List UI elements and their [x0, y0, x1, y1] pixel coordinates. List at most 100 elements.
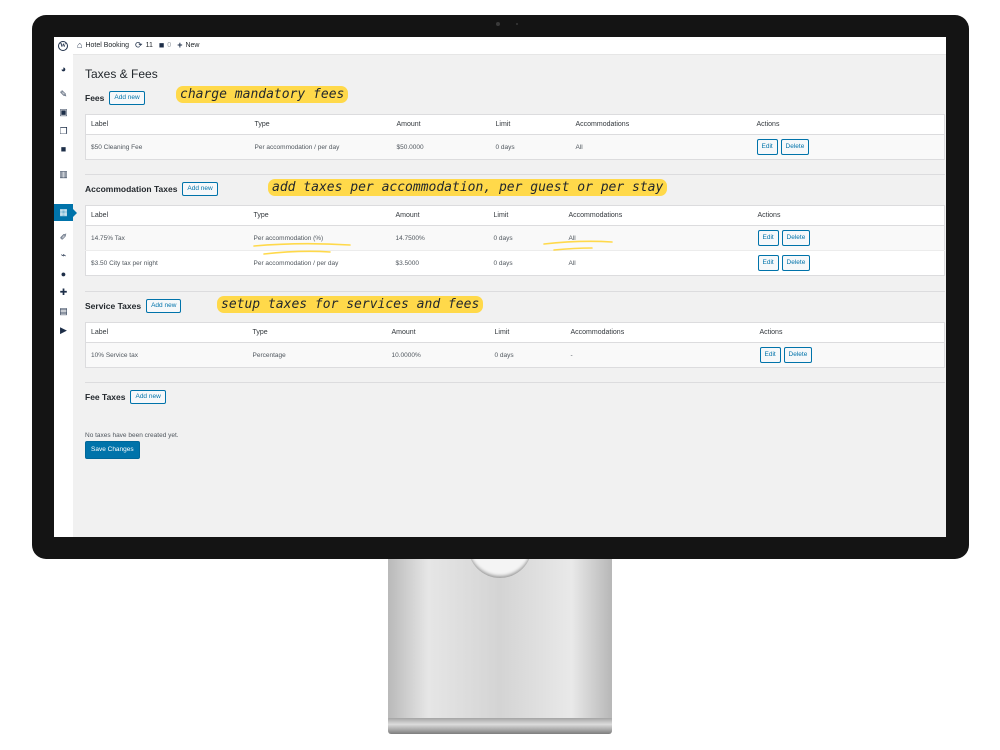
settings-icon[interactable]: ▤ [58, 306, 69, 317]
delete-button[interactable]: Delete [780, 139, 810, 155]
row-actions: Edit Delete [752, 225, 945, 251]
row-limit: 0 days [490, 134, 571, 160]
column-header: Actions [754, 322, 945, 343]
fees-title: Fees [85, 93, 105, 103]
delete-button[interactable]: Delete [781, 230, 811, 246]
pages-icon[interactable]: ❐ [58, 126, 69, 137]
admin-bar: W ⌂ Hotel Booking ⟳ 11 ■ 0 + New [54, 37, 946, 55]
column-header: Limit [489, 322, 566, 343]
add-service-tax-button[interactable]: Add new [146, 299, 182, 313]
dashboard-icon[interactable]: ◕ [58, 64, 69, 75]
row-label: 10% Service tax [85, 342, 248, 368]
table-header: Label Type Amount Limit Accommodations A… [85, 322, 945, 343]
updates-count: 11 [145, 42, 153, 49]
row-label: 14.75% Tax [85, 225, 249, 251]
annotation-service-taxes: setup taxes for services and fees [217, 296, 484, 313]
section-divider [85, 174, 945, 175]
section-divider [85, 382, 945, 383]
add-accommodation-tax-button[interactable]: Add new [182, 182, 218, 196]
comments-link[interactable]: ■ 0 [159, 41, 171, 50]
accommodation-taxes-section-header: Accommodation Taxes Add new [85, 182, 218, 196]
row-amount: 10.0000% [386, 342, 490, 368]
row-actions: Edit Delete [752, 250, 945, 276]
tools-icon[interactable]: ✚ [58, 287, 69, 298]
column-header: Type [248, 205, 391, 226]
calendar-icon: ▦ [59, 207, 68, 217]
row-actions: Edit Delete [754, 342, 945, 368]
column-header: Amount [391, 114, 491, 135]
new-label: New [185, 42, 200, 49]
pin-icon[interactable]: ✎ [58, 89, 69, 100]
plugins-icon[interactable]: ⌁ [58, 250, 69, 261]
row-limit: 0 days [489, 342, 566, 368]
play-icon[interactable]: ▶ [58, 325, 69, 336]
column-header: Accommodations [565, 322, 755, 343]
plus-icon: + [177, 40, 183, 50]
new-content-link[interactable]: + New [177, 41, 199, 50]
section-divider [85, 291, 945, 292]
row-label: $50 Cleaning Fee [85, 134, 250, 160]
column-header: Limit [488, 205, 564, 226]
delete-button[interactable]: Delete [783, 347, 813, 363]
comment-icon: ■ [158, 40, 165, 50]
column-header: Type [247, 322, 387, 343]
appearance-icon[interactable]: ✐ [58, 232, 69, 243]
table-row: $3.50 City tax per night Per accommodati… [85, 250, 945, 276]
highlight-underline [253, 242, 351, 255]
column-header: Label [85, 322, 248, 343]
table-row: 10% Service tax Percentage 10.0000% 0 da… [85, 342, 945, 368]
monitor-stand [388, 556, 612, 724]
column-header: Amount [390, 205, 489, 226]
column-header: Limit [490, 114, 571, 135]
row-amount: 14.7500% [390, 225, 489, 251]
service-taxes-title: Service Taxes [85, 301, 142, 311]
row-amount: $3.5000 [390, 250, 489, 276]
building-icon[interactable]: ▥ [58, 169, 69, 180]
column-header: Actions [752, 205, 945, 226]
fees-section-header: Fees Add new [85, 91, 145, 105]
edit-button[interactable]: Edit [756, 139, 778, 155]
delete-button[interactable]: Delete [781, 255, 811, 271]
wordpress-menu[interactable]: W [58, 40, 68, 51]
save-changes-button[interactable]: Save Changes [85, 441, 140, 459]
site-name-link[interactable]: ⌂ Hotel Booking [77, 41, 129, 50]
annotation-accommodation-taxes: add taxes per accommodation, per guest o… [268, 179, 668, 196]
site-name: Hotel Booking [85, 42, 130, 49]
add-fee-tax-button[interactable]: Add new [130, 390, 166, 404]
column-header: Label [85, 205, 249, 226]
media-icon[interactable]: ▣ [58, 107, 69, 118]
updates-icon: ⟳ [135, 40, 143, 50]
users-icon[interactable]: ● [58, 269, 69, 280]
table-header: Label Type Amount Limit Accommodations A… [85, 205, 945, 226]
fee-taxes-title: Fee Taxes [85, 392, 126, 402]
comments-icon[interactable]: ■ [58, 144, 69, 155]
accommodation-taxes-table: Label Type Amount Limit Accommodations A… [85, 205, 945, 276]
add-fee-button[interactable]: Add new [109, 91, 145, 105]
row-actions: Edit Delete [751, 134, 945, 160]
row-limit: 0 days [488, 250, 564, 276]
column-header: Type [249, 114, 392, 135]
admin-menu: ◕ ✎ ▣ ❐ ■ ▥ ▦ ✐ ⌁ ● ✚ ▤ ▶ [54, 54, 77, 537]
screen: W ⌂ Hotel Booking ⟳ 11 ■ 0 + New ◕ ✎ ▣ ❐… [54, 37, 946, 537]
service-taxes-table: Label Type Amount Limit Accommodations A… [85, 322, 945, 368]
page-title: Taxes & Fees [85, 67, 158, 81]
edit-button[interactable]: Edit [757, 230, 779, 246]
table-row: 14.75% Tax Per accommodation (%) 14.7500… [85, 225, 945, 251]
sensor-icon [516, 23, 518, 25]
row-accommodations: All [563, 250, 753, 276]
row-accommodations: - [565, 342, 755, 368]
edit-button[interactable]: Edit [759, 347, 781, 363]
row-type: Per accommodation / per day [249, 134, 392, 160]
updates-link[interactable]: ⟳ 11 [135, 41, 153, 50]
highlight-underline [543, 240, 613, 251]
monitor-stand-base [388, 718, 612, 734]
edit-button[interactable]: Edit [757, 255, 779, 271]
camera-icon [496, 22, 500, 26]
row-type: Percentage [247, 342, 387, 368]
column-header: Accommodations [563, 205, 753, 226]
fees-table: Label Type Amount Limit Accommodations A… [85, 114, 945, 160]
table-header: Label Type Amount Limit Accommodations A… [85, 114, 945, 135]
column-header: Amount [386, 322, 490, 343]
empty-message: No taxes have been created yet. [85, 432, 179, 439]
column-header: Actions [751, 114, 945, 135]
